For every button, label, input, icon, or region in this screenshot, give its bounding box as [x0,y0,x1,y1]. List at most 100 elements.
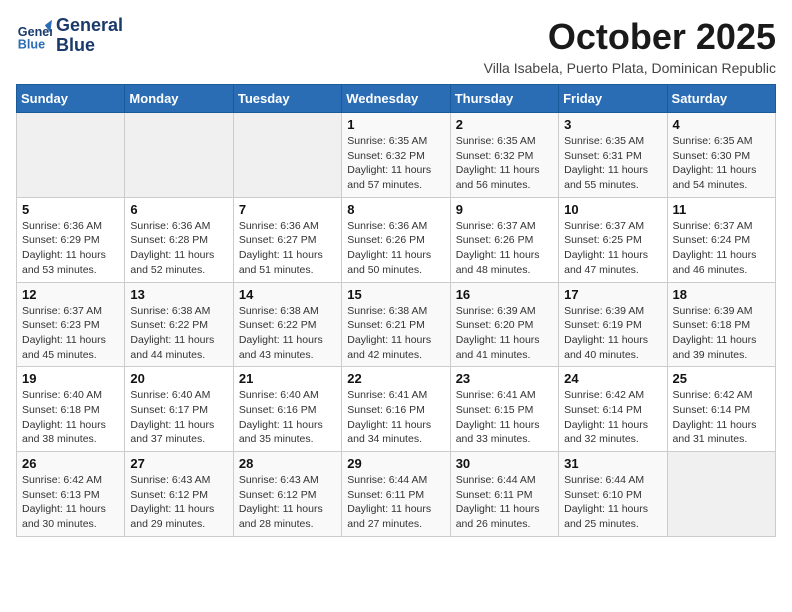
day-number: 20 [130,371,227,386]
calendar-cell: 19 Sunrise: 6:40 AMSunset: 6:18 PMDayligh… [17,367,125,452]
day-info: Sunrise: 6:39 AMSunset: 6:18 PMDaylight:… [673,304,770,363]
day-number: 27 [130,456,227,471]
day-info: Sunrise: 6:38 AMSunset: 6:22 PMDaylight:… [130,304,227,363]
calendar-cell [233,113,341,198]
calendar-cell: 11Sunrise: 6:37 AMSunset: 6:24 PMDayligh… [667,197,775,282]
weekday-header: Saturday [667,85,775,113]
day-number: 5 [22,202,119,217]
calendar-cell: 2 Sunrise: 6:35 AMSunset: 6:32 PMDaylight… [450,113,558,198]
day-number: 21 [239,371,336,386]
calendar-cell: 22Sunrise: 6:41 AMSunset: 6:16 PMDayligh… [342,367,450,452]
svg-text:Blue: Blue [18,37,45,51]
calendar-header-row: SundayMondayTuesdayWednesdayThursdayFrid… [17,85,776,113]
calendar-cell: 21 Sunrise: 6:40 AMSunset: 6:16 PMDayligh… [233,367,341,452]
day-info: Sunrise: 6:41 AMSunset: 6:16 PMDaylight:… [347,388,444,447]
day-number: 14 [239,287,336,302]
calendar-cell [125,113,233,198]
calendar-cell [667,452,775,537]
day-info: Sunrise: 6:37 AMSunset: 6:25 PMDaylight:… [564,219,661,278]
day-info: Sunrise: 6:42 AMSunset: 6:14 PMDaylight:… [564,388,661,447]
calendar-cell: 15 Sunrise: 6:38 AMSunset: 6:21 PMDayligh… [342,282,450,367]
calendar-cell: 29Sunrise: 6:44 AMSunset: 6:11 PMDayligh… [342,452,450,537]
calendar-cell: 8 Sunrise: 6:36 AMSunset: 6:26 PMDaylight… [342,197,450,282]
day-info: Sunrise: 6:40 AMSunset: 6:16 PMDaylight:… [239,388,336,447]
day-number: 13 [130,287,227,302]
day-number: 12 [22,287,119,302]
day-number: 2 [456,117,553,132]
calendar-week-row: 1 Sunrise: 6:35 AMSunset: 6:32 PMDaylight… [17,113,776,198]
day-number: 28 [239,456,336,471]
calendar-cell: 13 Sunrise: 6:38 AMSunset: 6:22 PMDayligh… [125,282,233,367]
day-number: 1 [347,117,444,132]
calendar-cell: 28Sunrise: 6:43 AMSunset: 6:12 PMDayligh… [233,452,341,537]
day-info: Sunrise: 6:38 AMSunset: 6:21 PMDaylight:… [347,304,444,363]
page-header: General Blue General Blue October 2025 V… [16,16,776,76]
calendar-cell: 18 Sunrise: 6:39 AMSunset: 6:18 PMDayligh… [667,282,775,367]
day-number: 26 [22,456,119,471]
day-info: Sunrise: 6:35 AMSunset: 6:30 PMDaylight:… [673,134,770,193]
day-number: 16 [456,287,553,302]
weekday-header: Thursday [450,85,558,113]
calendar-cell: 17Sunrise: 6:39 AMSunset: 6:19 PMDayligh… [559,282,667,367]
weekday-header: Wednesday [342,85,450,113]
weekday-header: Friday [559,85,667,113]
month-title: October 2025 [484,16,776,58]
calendar-cell: 5 Sunrise: 6:36 AMSunset: 6:29 PMDaylight… [17,197,125,282]
day-info: Sunrise: 6:36 AMSunset: 6:29 PMDaylight:… [22,219,119,278]
calendar-week-row: 12 Sunrise: 6:37 AMSunset: 6:23 PMDayligh… [17,282,776,367]
day-number: 15 [347,287,444,302]
calendar-cell: 6 Sunrise: 6:36 AMSunset: 6:28 PMDaylight… [125,197,233,282]
day-number: 30 [456,456,553,471]
calendar-cell: 1Sunrise: 6:35 AMSunset: 6:32 PMDaylight… [342,113,450,198]
day-number: 24 [564,371,661,386]
calendar-cell: 20 Sunrise: 6:40 AMSunset: 6:17 PMDayligh… [125,367,233,452]
day-info: Sunrise: 6:36 AMSunset: 6:27 PMDaylight:… [239,219,336,278]
day-info: Sunrise: 6:40 AMSunset: 6:17 PMDaylight:… [130,388,227,447]
calendar-cell: 24 Sunrise: 6:42 AMSunset: 6:14 PMDayligh… [559,367,667,452]
day-info: Sunrise: 6:39 AMSunset: 6:20 PMDaylight:… [456,304,553,363]
calendar-cell: 9Sunrise: 6:37 AMSunset: 6:26 PMDaylight… [450,197,558,282]
day-number: 8 [347,202,444,217]
calendar-cell: 30 Sunrise: 6:44 AMSunset: 6:11 PMDayligh… [450,452,558,537]
day-number: 11 [673,202,770,217]
day-info: Sunrise: 6:35 AMSunset: 6:31 PMDaylight:… [564,134,661,193]
calendar-cell: 3 Sunrise: 6:35 AMSunset: 6:31 PMDaylight… [559,113,667,198]
day-number: 9 [456,202,553,217]
calendar-week-row: 19 Sunrise: 6:40 AMSunset: 6:18 PMDayligh… [17,367,776,452]
calendar-cell: 12 Sunrise: 6:37 AMSunset: 6:23 PMDayligh… [17,282,125,367]
day-number: 29 [347,456,444,471]
calendar-week-row: 5 Sunrise: 6:36 AMSunset: 6:29 PMDaylight… [17,197,776,282]
day-number: 17 [564,287,661,302]
day-number: 19 [22,371,119,386]
day-info: Sunrise: 6:44 AMSunset: 6:11 PMDaylight:… [456,473,553,532]
day-info: Sunrise: 6:35 AMSunset: 6:32 PMDaylight:… [456,134,553,193]
title-block: October 2025 Villa Isabela, Puerto Plata… [484,16,776,76]
calendar-cell: 26 Sunrise: 6:42 AMSunset: 6:13 PMDayligh… [17,452,125,537]
day-number: 3 [564,117,661,132]
day-info: Sunrise: 6:40 AMSunset: 6:18 PMDaylight:… [22,388,119,447]
day-info: Sunrise: 6:43 AMSunset: 6:12 PMDaylight:… [130,473,227,532]
day-number: 10 [564,202,661,217]
day-info: Sunrise: 6:42 AMSunset: 6:14 PMDaylight:… [673,388,770,447]
calendar-cell: 31Sunrise: 6:44 AMSunset: 6:10 PMDayligh… [559,452,667,537]
day-info: Sunrise: 6:37 AMSunset: 6:23 PMDaylight:… [22,304,119,363]
weekday-header: Tuesday [233,85,341,113]
calendar-cell: 10 Sunrise: 6:37 AMSunset: 6:25 PMDayligh… [559,197,667,282]
calendar-cell [17,113,125,198]
day-info: Sunrise: 6:42 AMSunset: 6:13 PMDaylight:… [22,473,119,532]
day-info: Sunrise: 6:38 AMSunset: 6:22 PMDaylight:… [239,304,336,363]
day-number: 18 [673,287,770,302]
logo: General Blue General Blue [16,16,123,56]
day-info: Sunrise: 6:36 AMSunset: 6:28 PMDaylight:… [130,219,227,278]
calendar-cell: 4Sunrise: 6:35 AMSunset: 6:30 PMDaylight… [667,113,775,198]
calendar-cell: 16 Sunrise: 6:39 AMSunset: 6:20 PMDayligh… [450,282,558,367]
day-number: 31 [564,456,661,471]
day-info: Sunrise: 6:36 AMSunset: 6:26 PMDaylight:… [347,219,444,278]
day-number: 7 [239,202,336,217]
day-number: 6 [130,202,227,217]
day-number: 25 [673,371,770,386]
calendar-cell: 27 Sunrise: 6:43 AMSunset: 6:12 PMDayligh… [125,452,233,537]
calendar-week-row: 26 Sunrise: 6:42 AMSunset: 6:13 PMDayligh… [17,452,776,537]
calendar-cell: 23Sunrise: 6:41 AMSunset: 6:15 PMDayligh… [450,367,558,452]
logo-icon: General Blue [16,18,52,54]
